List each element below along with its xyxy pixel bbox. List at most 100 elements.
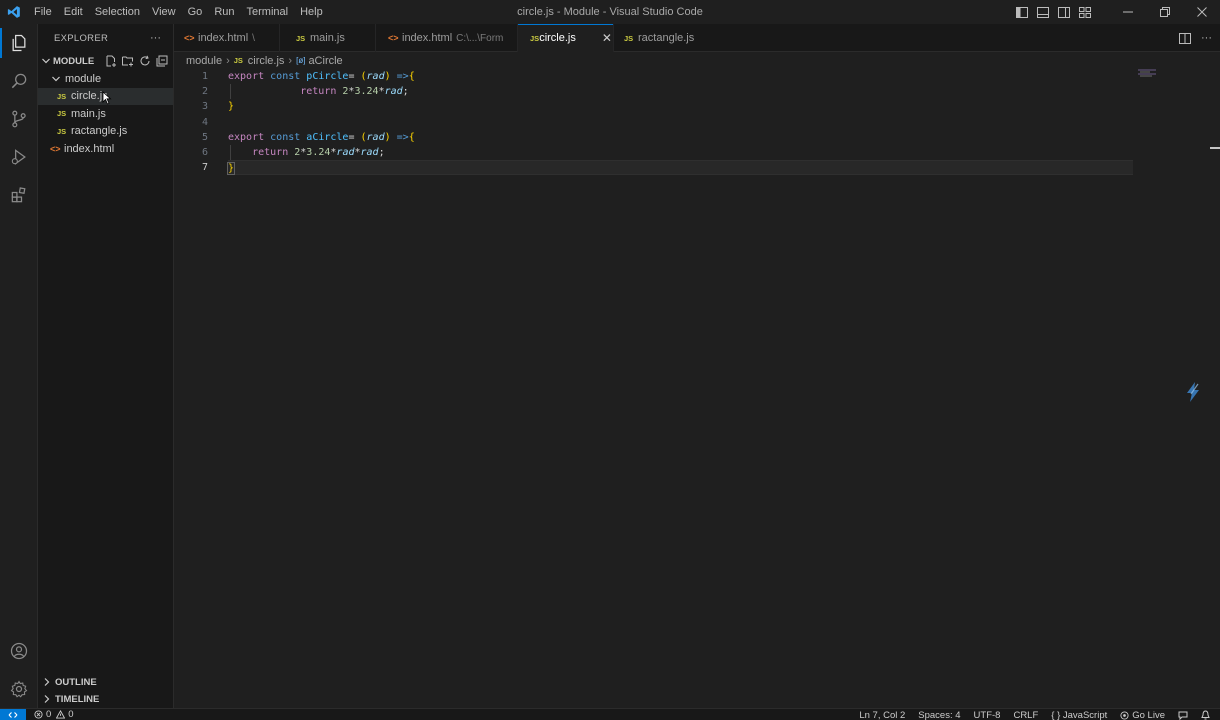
more-actions-icon[interactable]: ··· [150,32,161,44]
notifications-bell-icon[interactable] [1201,710,1210,720]
bracket: } [228,101,235,113]
extensions-icon[interactable] [0,176,38,214]
go-live-button[interactable]: Go Live [1120,710,1165,720]
customize-layout-icon[interactable] [1074,0,1095,24]
tab-index-html[interactable]: <> index.html \ [174,24,280,52]
minimize-icon[interactable] [1109,0,1146,24]
source-control-icon[interactable] [0,100,38,138]
status-bar: 0 0 Ln 7, Col 2 Spaces: 4 UTF-8 CRLF { }… [0,708,1220,720]
tree-file-circle-js[interactable]: JS circle.js [38,87,173,105]
chevron-down-icon [41,56,51,66]
code-line: export const aCircle= (rad) =>{ [228,130,1188,145]
breadcrumb-file[interactable]: circle.js [248,55,285,67]
warning-count: 0 [68,709,74,720]
arrow-operator: => [390,131,409,143]
menu-go[interactable]: Go [182,0,209,24]
chevron-right-icon [42,694,52,704]
menu-terminal[interactable]: Terminal [241,0,295,24]
timeline-section[interactable]: TIMELINE [38,690,174,708]
split-editor-icon[interactable] [1179,32,1191,44]
keyword: return [252,146,289,158]
identifier: pCircle [306,71,349,82]
menu-selection[interactable]: Selection [89,0,146,24]
feedback-icon[interactable] [1178,711,1188,720]
editor-tabs: <> index.html \ JS main.js <> index.html… [174,24,1220,52]
run-debug-icon[interactable] [0,138,38,176]
new-file-icon[interactable] [105,55,117,67]
line-number: 1 [201,71,208,82]
cursor-position[interactable]: Ln 7, Col 2 [859,710,905,720]
line-number: 3 [201,101,208,113]
number: 2 [288,146,301,158]
chevron-right-icon: › [288,54,293,67]
breadcrumb-symbol[interactable]: aCircle [308,55,342,67]
js-file-icon: JS [57,126,67,136]
warning-icon [56,710,66,719]
line-numbers: 1 2 3 4 5 6 7 [174,69,214,175]
accounts-icon[interactable] [0,632,38,670]
settings-gear-icon[interactable] [0,670,38,708]
menu-file[interactable]: File [28,0,58,24]
line-number: 2 [201,86,208,98]
lightning-overlay-icon[interactable] [1184,381,1202,403]
search-icon[interactable] [0,62,38,100]
line-number: 5 [201,131,208,143]
problems-indicator[interactable]: 0 0 [34,709,74,720]
breadcrumb-folder[interactable]: module [186,55,222,67]
tab-main-js[interactable]: JS main.js [280,24,376,52]
toggle-secondary-sidebar-icon[interactable] [1053,0,1074,24]
explorer-icon[interactable] [0,24,38,62]
current-code-line: } [226,160,1133,176]
workspace-section-header[interactable]: MODULE [38,52,173,70]
number: 3.24 [306,146,331,158]
remote-indicator[interactable] [0,708,26,720]
remote-icon [8,711,18,718]
tree-file-ractangle-js[interactable]: JS ractangle.js [38,123,173,141]
menu-help[interactable]: Help [294,0,329,24]
timeline-label: TIMELINE [55,693,100,705]
code-editor[interactable]: 1 2 3 4 5 6 7 export const pCircle= (rad… [174,69,1220,708]
keyword: const [270,131,301,143]
title-controls [1011,0,1220,24]
line-number: 7 [201,162,208,174]
close-window-icon[interactable] [1183,0,1220,24]
tree-file-index-html[interactable]: <> index.html [38,140,173,158]
file-label: main.js [71,107,106,120]
toggle-panel-icon[interactable] [1032,0,1053,24]
language-mode[interactable]: { } JavaScript [1051,710,1107,720]
menu-view[interactable]: View [146,0,182,24]
indentation[interactable]: Spaces: 4 [918,710,960,720]
tab-label: main.js [310,32,345,44]
close-tab-icon[interactable]: ✕ [602,31,612,45]
menu-run[interactable]: Run [208,0,240,24]
restore-icon[interactable] [1146,0,1183,24]
encoding[interactable]: UTF-8 [974,710,1001,720]
js-file-icon: JS [57,109,67,119]
code-line: } [228,99,1188,114]
collapse-all-icon[interactable] [156,55,168,67]
bracket: { [408,131,415,143]
js-file-icon: JS [233,56,243,65]
tab-ractangle-js[interactable]: JS ractangle.js [614,24,706,52]
tree-file-main-js[interactable]: JS main.js [38,105,173,123]
outline-section[interactable]: OUTLINE [38,673,174,691]
more-actions-icon[interactable]: ··· [1201,32,1212,44]
refresh-icon[interactable] [139,55,151,67]
vscode-logo-icon [0,0,28,24]
outline-label: OUTLINE [55,676,97,688]
new-folder-icon[interactable] [122,55,134,67]
menu-edit[interactable]: Edit [58,0,89,24]
js-file-icon: JS [296,33,306,43]
file-label: ractangle.js [71,125,128,138]
minimap[interactable] [1138,69,1160,79]
toggle-primary-sidebar-icon[interactable] [1011,0,1032,24]
tree-folder-module[interactable]: module [38,70,173,88]
line-ending[interactable]: CRLF [1013,710,1038,720]
activity-bar [0,24,38,708]
tab-label: ractangle.js [638,32,695,44]
tab-circle-js[interactable]: JS circle.js ✕ [518,24,614,52]
tab-index-html-form[interactable]: <> index.html C:\...\Form [376,24,518,52]
operator: = [348,131,361,143]
html-file-icon: <> [388,33,399,43]
chevron-right-icon [42,677,52,687]
